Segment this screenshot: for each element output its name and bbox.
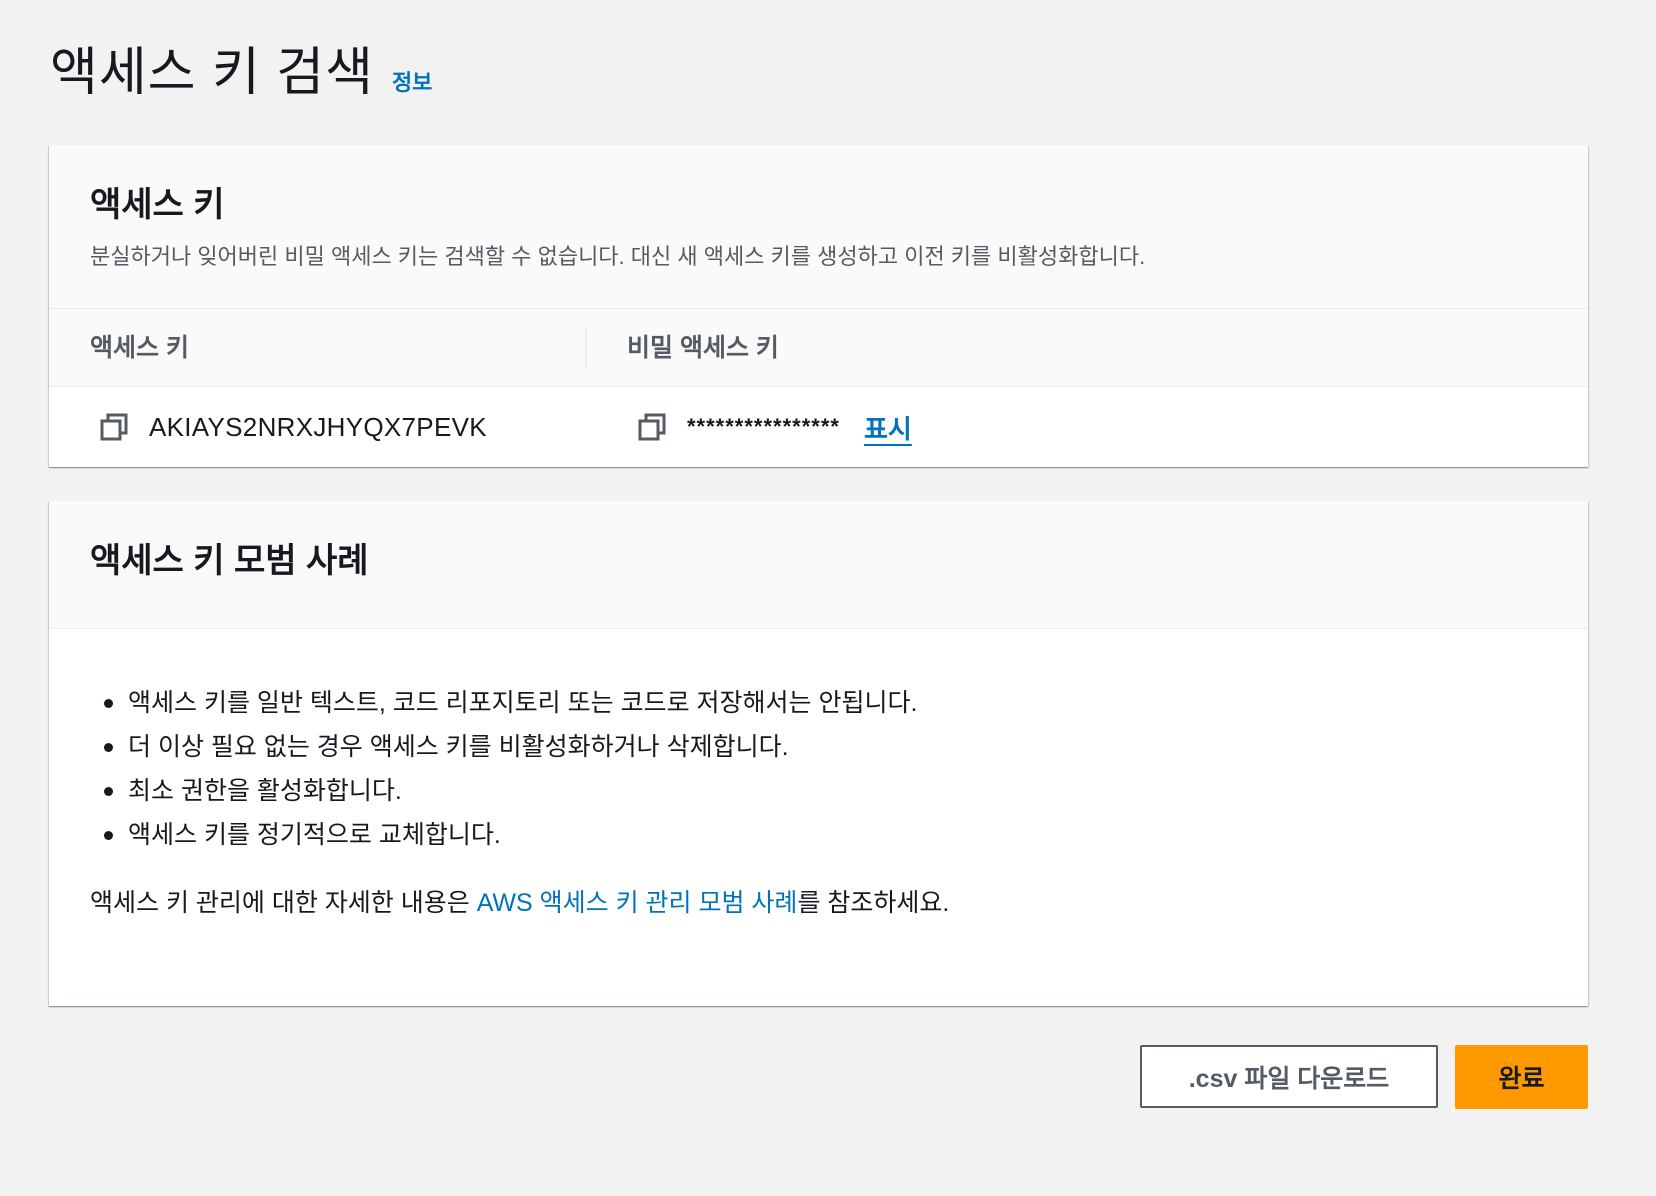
- access-key-panel-description: 분실하거나 잊어버린 비밀 액세스 키는 검색할 수 없습니다. 대신 새 액세…: [90, 244, 1146, 269]
- best-practices-reference: 액세스 키 관리에 대한 자세한 내용은 AWS 액세스 키 관리 모범 사례를…: [90, 883, 1547, 919]
- access-key-table-header: 액세스 키 비밀 액세스 키: [49, 309, 1588, 387]
- access-key-row: AKIAYS2NRXJHYQX7PEVK **************** 표시: [49, 387, 1588, 467]
- list-item: 최소 권한을 활성화합니다.: [104, 769, 1547, 813]
- reference-suffix: 를 참조하세요.: [797, 889, 950, 917]
- best-practices-panel-header: 액세스 키 모범 사례: [49, 501, 1588, 629]
- list-item: 더 이상 필요 없는 경우 액세스 키를 비활성화하거나 삭제합니다.: [104, 725, 1547, 769]
- best-practices-panel-title: 액세스 키 모범 사례: [90, 542, 369, 580]
- best-practices-link[interactable]: AWS 액세스 키 관리 모범 사례: [477, 889, 798, 917]
- reference-prefix: 액세스 키 관리에 대한 자세한 내용은: [90, 889, 477, 917]
- info-link[interactable]: 정보: [392, 65, 432, 97]
- download-csv-button[interactable]: .csv 파일 다운로드: [1140, 1045, 1438, 1108]
- page-title: 액세스 키 검색: [50, 44, 374, 102]
- page-header: 액세스 키 검색 정보: [50, 30, 432, 105]
- access-key-panel-title: 액세스 키: [90, 186, 225, 224]
- done-button[interactable]: 완료: [1455, 1045, 1588, 1109]
- secret-key-masked: ****************: [687, 414, 840, 439]
- column-header-secret-access-key: 비밀 액세스 키: [627, 333, 779, 362]
- access-key-panel: 액세스 키 분실하거나 잊어버린 비밀 액세스 키는 검색할 수 없습니다. 대…: [49, 145, 1588, 467]
- best-practices-panel: 액세스 키 모범 사례 액세스 키를 일반 텍스트, 코드 리포지토리 또는 코…: [49, 501, 1588, 1006]
- list-item: 액세스 키를 정기적으로 교체합니다.: [104, 813, 1547, 857]
- access-key-panel-header: 액세스 키 분실하거나 잊어버린 비밀 액세스 키는 검색할 수 없습니다. 대…: [49, 145, 1588, 309]
- show-secret-link[interactable]: 표시: [864, 409, 912, 446]
- copy-icon[interactable]: [637, 412, 667, 442]
- best-practices-list: 액세스 키를 일반 텍스트, 코드 리포지토리 또는 코드로 저장해서는 안됩니…: [90, 681, 1547, 857]
- secret-key-cell: **************** 표시: [49, 409, 912, 446]
- list-item: 액세스 키를 일반 텍스트, 코드 리포지토리 또는 코드로 저장해서는 안됩니…: [104, 681, 1547, 725]
- column-header-access-key: 액세스 키: [49, 327, 587, 368]
- best-practices-body: 액세스 키를 일반 텍스트, 코드 리포지토리 또는 코드로 저장해서는 안됩니…: [49, 629, 1588, 919]
